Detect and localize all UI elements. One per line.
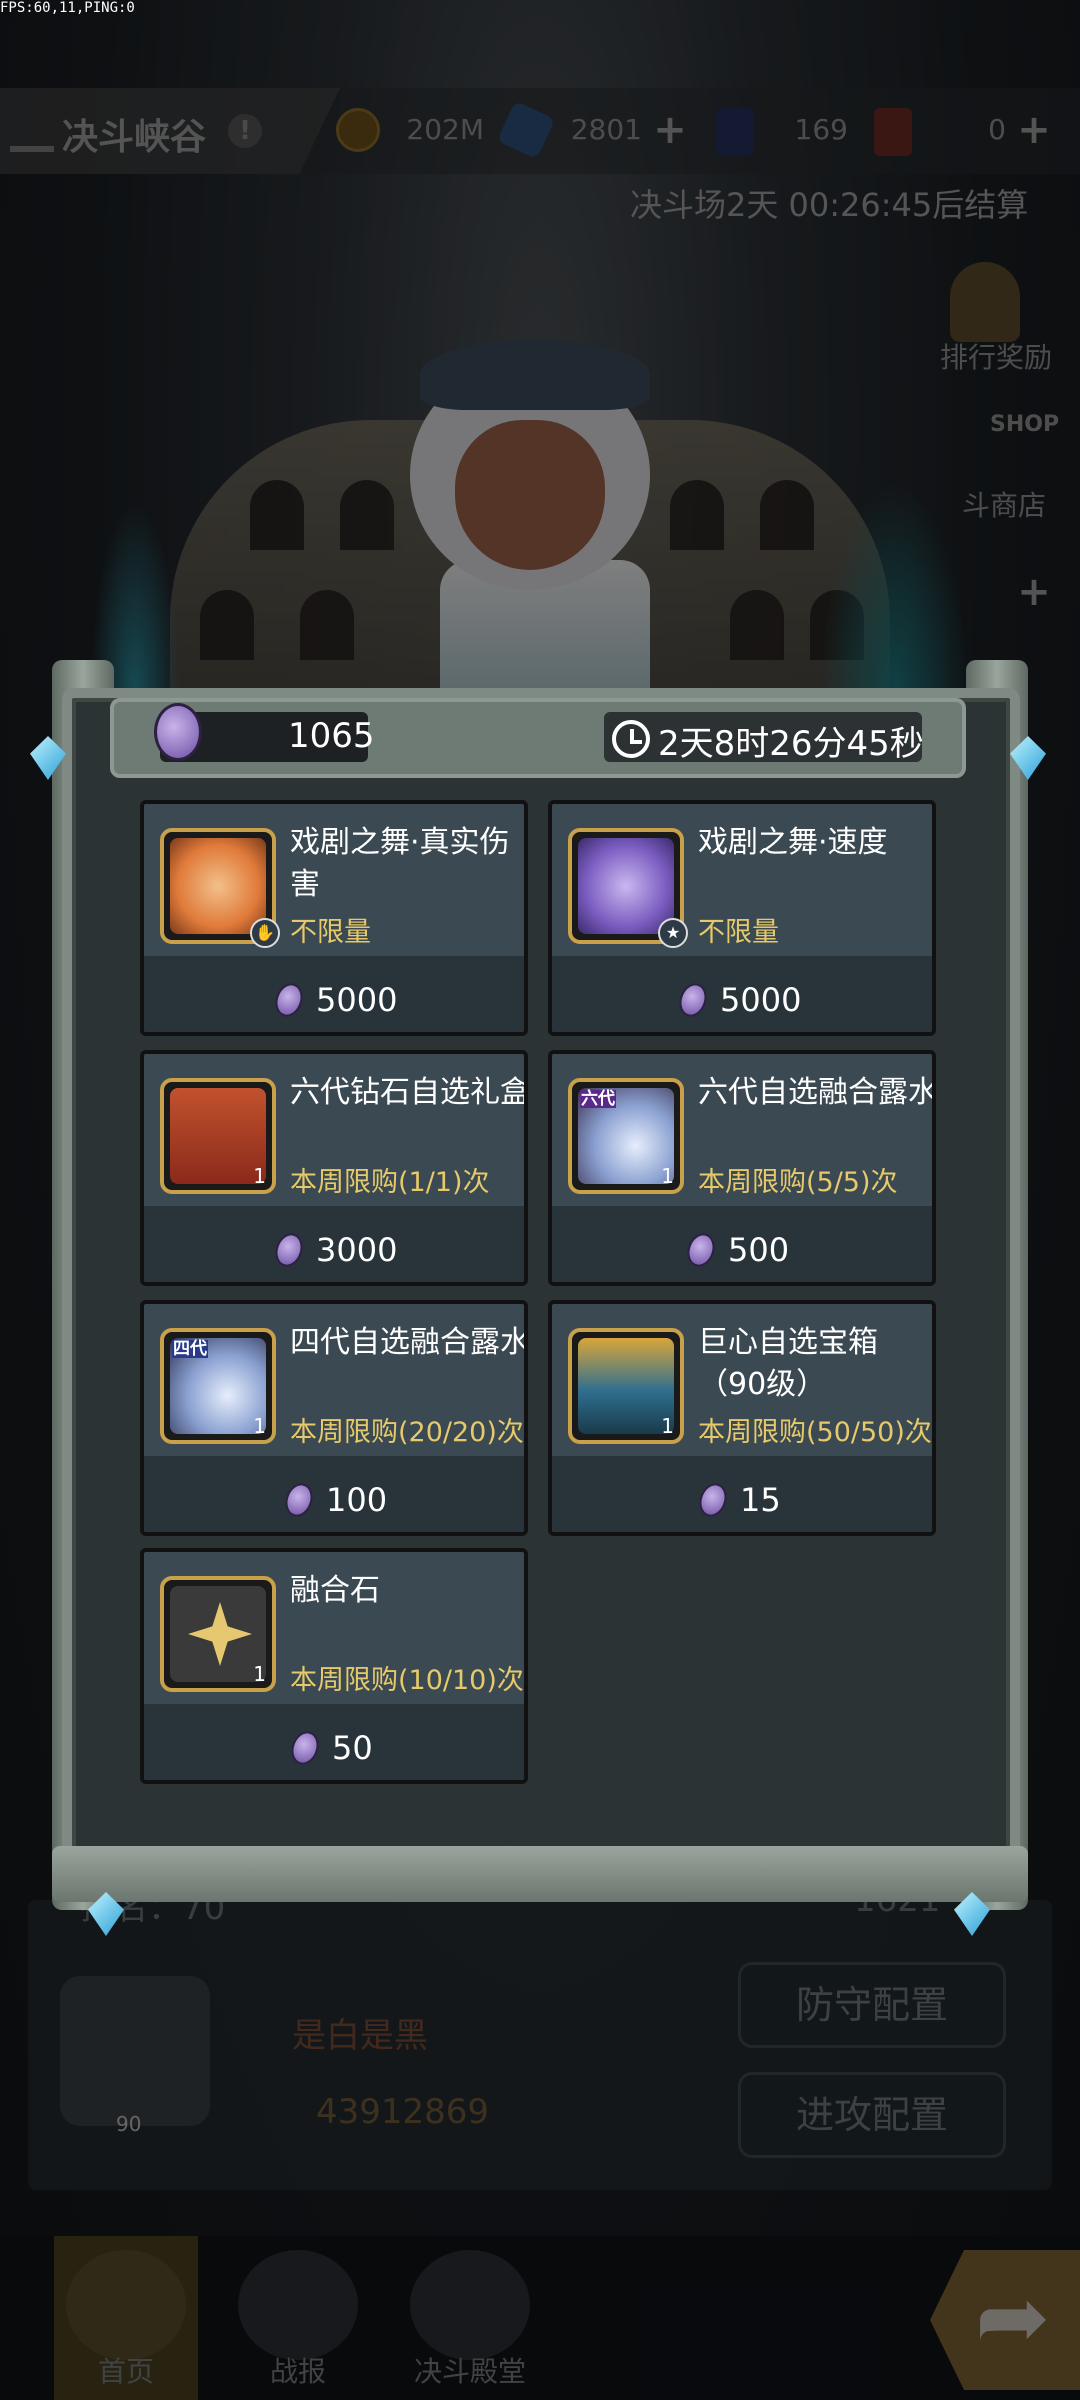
item-limit: 本周限购(5/5)次: [698, 1167, 898, 1198]
item-icon: 四代 1: [160, 1328, 276, 1444]
item-price[interactable]: 5000: [270, 976, 397, 1024]
purple-gem-icon: [286, 1727, 324, 1769]
item-name: 四代自选融合露水: [290, 1325, 528, 1360]
purple-gem-icon: [154, 703, 202, 761]
shop-item-card[interactable]: ✋ 戏剧之舞·真实伤害 不限量 5000: [140, 800, 528, 1036]
item-icon: 六代 1: [568, 1078, 684, 1194]
item-name: 融合石: [290, 1573, 380, 1608]
currency-amount: 1065: [288, 716, 375, 756]
item-name: 六代自选融合露水: [698, 1075, 936, 1110]
item-name: 戏剧之舞·真实伤害: [290, 825, 510, 902]
purple-gem-icon: [694, 1479, 732, 1521]
speed-badge-icon: ★: [658, 918, 688, 948]
item-price[interactable]: 100: [280, 1476, 387, 1524]
hand-badge-icon: ✋: [250, 918, 280, 948]
purple-gem-icon: [682, 1229, 720, 1271]
item-name: 六代钻石自选礼盒: [290, 1075, 528, 1110]
item-price[interactable]: 5000: [674, 976, 801, 1024]
item-price[interactable]: 500: [682, 1226, 789, 1274]
generation-tag: 四代: [172, 1339, 208, 1359]
purple-gem-icon: [270, 979, 308, 1021]
purple-gem-icon: [674, 979, 712, 1021]
item-limit: 本周限购(20/20)次: [290, 1417, 524, 1448]
item-price[interactable]: 50: [286, 1724, 373, 1772]
clock-icon: [612, 720, 650, 758]
shop-item-card[interactable]: 1 融合石 本周限购(10/10)次 50: [140, 1548, 528, 1784]
item-limit: 不限量: [290, 917, 371, 948]
item-name: 巨心自选宝箱（90级）: [698, 1325, 878, 1402]
shop-item-card[interactable]: 1 六代钻石自选礼盒 本周限购(1/1)次 3000: [140, 1050, 528, 1286]
generation-tag: 六代: [580, 1089, 616, 1109]
panel-bottom-frame: [52, 1846, 1028, 1902]
item-price[interactable]: 3000: [270, 1226, 397, 1274]
purple-gem-icon: [270, 1229, 308, 1271]
item-limit: 本周限购(10/10)次: [290, 1665, 524, 1696]
item-limit: 不限量: [698, 917, 779, 948]
shop-item-card[interactable]: 1 巨心自选宝箱（90级） 本周限购(50/50)次 15: [548, 1300, 936, 1536]
item-name: 戏剧之舞·速度: [698, 825, 888, 860]
item-icon: 1: [160, 1576, 276, 1692]
item-icon: 1: [160, 1078, 276, 1194]
refresh-timer: 2天8时26分45秒: [658, 724, 924, 764]
shop-item-card[interactable]: 四代 1 四代自选融合露水 本周限购(20/20)次 100: [140, 1300, 528, 1536]
item-limit: 本周限购(50/50)次: [698, 1417, 932, 1448]
shop-item-card[interactable]: ★ 戏剧之舞·速度 不限量 5000: [548, 800, 936, 1036]
purple-gem-icon: [280, 1479, 318, 1521]
item-icon: ✋: [160, 828, 280, 948]
item-icon: 1: [568, 1328, 684, 1444]
shop-item-card[interactable]: 六代 1 六代自选融合露水 本周限购(5/5)次 500: [548, 1050, 936, 1286]
item-limit: 本周限购(1/1)次: [290, 1167, 490, 1198]
item-price[interactable]: 15: [694, 1476, 781, 1524]
item-icon: ★: [568, 828, 688, 948]
fps-counter: FPS:60,11,PING:0: [0, 0, 135, 16]
